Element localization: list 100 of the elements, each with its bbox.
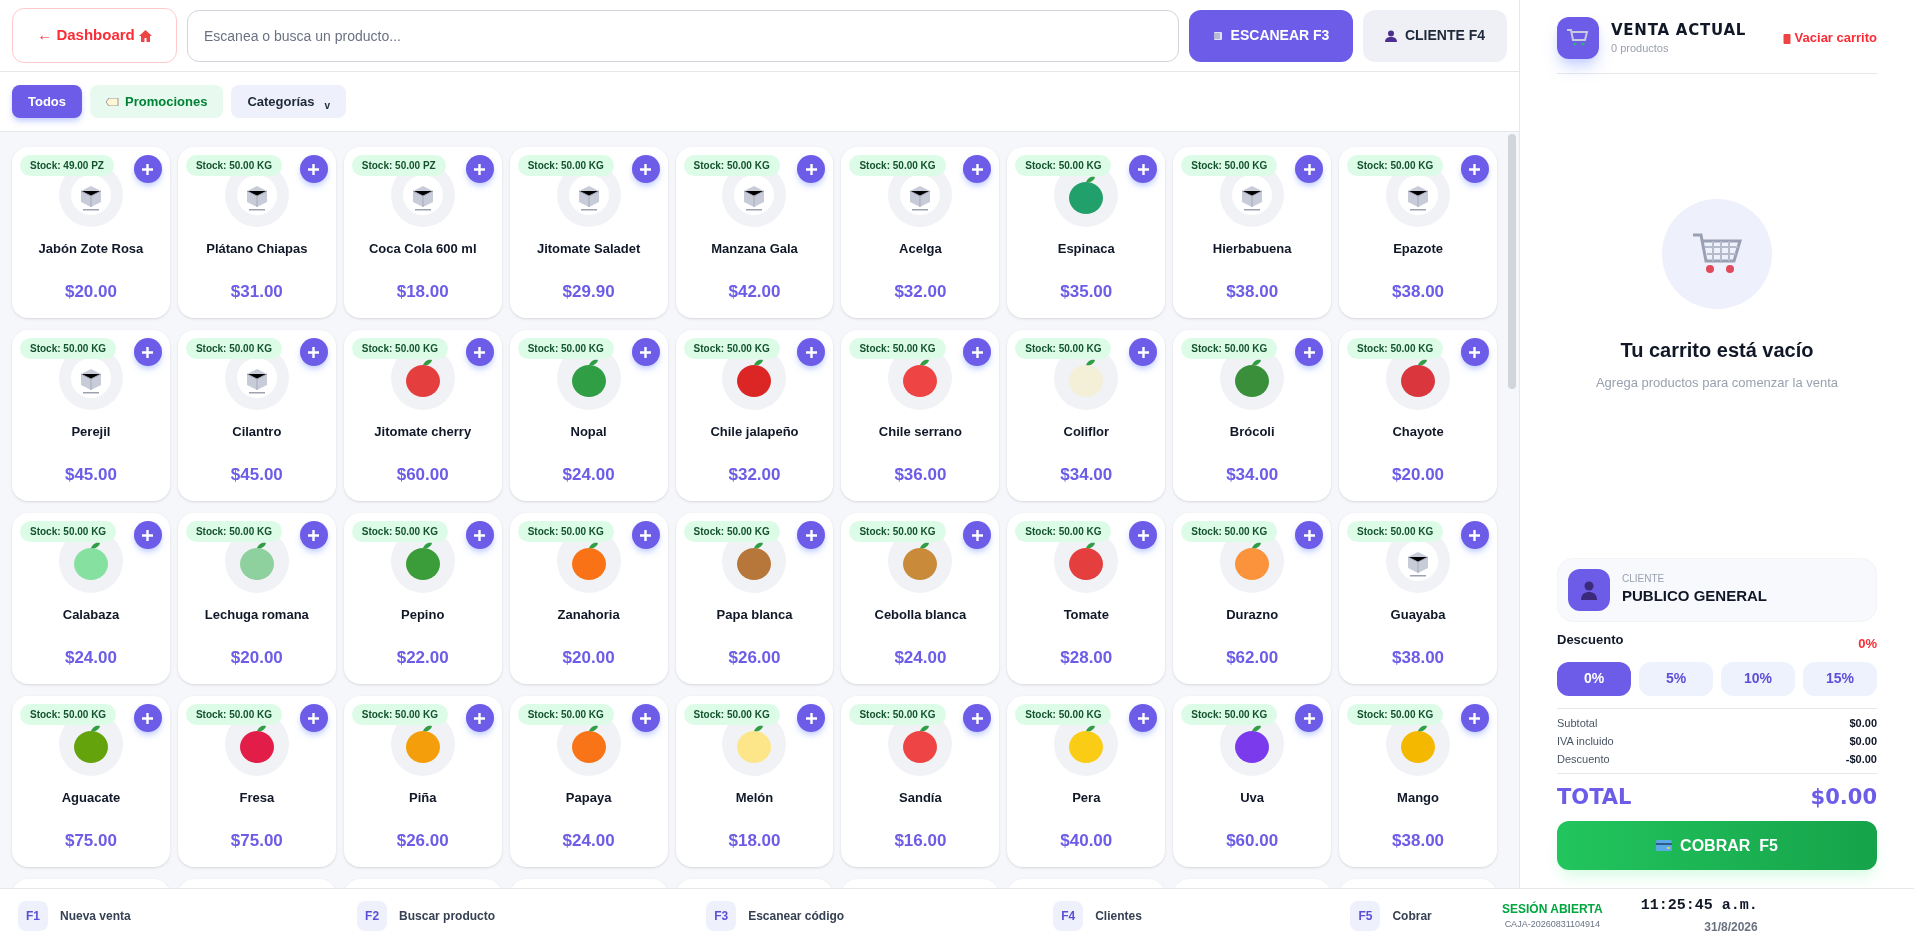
filter-tab[interactable]: Todos — [12, 85, 83, 118]
product-card[interactable]: Stock: 50.00 KG Zanahoria $20.00 — [509, 513, 668, 684]
filter-tab[interactable]: Categorías v — [231, 85, 347, 118]
discount-option[interactable]: 15% — [1803, 661, 1877, 696]
product-card[interactable]: Stock: 50.00 KG Calabaza $24.00 — [12, 513, 170, 684]
add-button[interactable] — [465, 155, 494, 183]
add-button[interactable] — [133, 704, 162, 732]
add-button[interactable] — [797, 338, 826, 366]
add-button[interactable] — [1461, 704, 1489, 732]
add-button[interactable] — [1461, 338, 1489, 366]
product-name: Melón — [735, 790, 774, 806]
product-card[interactable]: Stock: 50.00 KG Chile jalapeño $32.00 — [675, 330, 834, 501]
add-button[interactable] — [631, 704, 660, 732]
product-card[interactable]: Stock: 50.00 KG Papa blanca $26.00 — [675, 513, 834, 684]
add-button[interactable] — [1295, 521, 1324, 549]
product-card[interactable]: Stock: 50.00 KG Pepino $22.00 — [343, 513, 502, 684]
client-button[interactable]: CLIENTE F4 — [1363, 9, 1507, 62]
add-button[interactable] — [1129, 521, 1158, 549]
product-card[interactable]: Stock: 50.00 KG Cebolla blanca $24.00 — [841, 513, 1000, 684]
filter-tab[interactable]: Promociones — [90, 85, 224, 118]
add-button[interactable] — [299, 338, 328, 366]
add-button[interactable] — [299, 155, 328, 183]
add-button[interactable] — [465, 521, 494, 549]
add-button[interactable] — [465, 704, 494, 732]
product-card[interactable]: Stock: 50.00 KG Sandía $16.00 — [841, 696, 1000, 867]
product-card[interactable]: Stock: 50.00 KG Lechuga romana $20.00 — [177, 513, 336, 684]
client-card[interactable]: CLIENTE PUBLICO GENERAL — [1557, 558, 1877, 622]
product-card[interactable]: Stock: 50.00 KG Guayaba $38.00 — [1339, 513, 1497, 684]
add-button[interactable] — [299, 521, 328, 549]
product-card[interactable]: Stock: 50.00 KG Acelga $32.00 — [841, 147, 1000, 318]
stock-badge: Stock: 50.00 KG — [1347, 704, 1444, 725]
plus-icon — [308, 163, 320, 175]
add-button[interactable] — [631, 155, 660, 183]
product-card[interactable]: Stock: 50.00 KG Jitomate cherry $60.00 — [343, 330, 502, 501]
add-button[interactable] — [1461, 155, 1489, 183]
discount-option[interactable]: 10% — [1721, 661, 1795, 696]
product-card[interactable]: Stock: 50.00 KG Pera $40.00 — [1007, 696, 1166, 867]
search-field[interactable]: Escanea o busca un producto... — [187, 9, 1179, 62]
product-card[interactable]: Stock: 50.00 KG Cilantro $45.00 — [177, 330, 336, 501]
product-card[interactable]: Stock: 50.00 KG Tomate $28.00 — [1007, 513, 1166, 684]
add-button[interactable] — [1461, 521, 1489, 549]
product-price: $35.00 — [1060, 280, 1113, 303]
product-card[interactable]: Stock: 50.00 KG Jitomate Saladet $29.90 — [509, 147, 668, 318]
add-button[interactable] — [133, 521, 162, 549]
add-button[interactable] — [797, 704, 826, 732]
add-button[interactable] — [133, 338, 162, 366]
add-button[interactable] — [963, 521, 992, 549]
product-price: $75.00 — [64, 829, 117, 852]
product-card[interactable]: Stock: 50.00 KG Durazno $62.00 — [1173, 513, 1332, 684]
product-name: Jabón Zote Rosa — [38, 241, 144, 257]
discount-value: 0% — [1858, 635, 1877, 653]
product-card[interactable]: Stock: 50.00 KG Mango $38.00 — [1339, 696, 1497, 867]
product-card[interactable]: Stock: 50.00 PZ Coca Cola 600 ml $18.00 — [343, 147, 502, 318]
discount-option[interactable]: 0% — [1557, 661, 1631, 696]
scanner-icon — [1212, 29, 1223, 42]
product-card[interactable]: Stock: 50.00 KG Epazote $38.00 — [1339, 147, 1497, 318]
add-button[interactable] — [1295, 704, 1324, 732]
product-card[interactable]: Stock: 50.00 KG Coliflor $34.00 — [1007, 330, 1166, 501]
product-card[interactable]: Stock: 49.00 PZ Jabón Zote Rosa $20.00 — [12, 147, 170, 318]
date-text: 31/8/2026 — [1704, 918, 1758, 936]
product-card[interactable]: Stock: 50.00 KG Aguacate $75.00 — [12, 696, 170, 867]
product-card[interactable]: Stock: 50.00 KG Perejil $45.00 — [12, 330, 170, 501]
add-button[interactable] — [299, 704, 328, 732]
product-card[interactable]: Stock: 50.00 KG Hierbabuena $38.00 — [1173, 147, 1332, 318]
product-card[interactable]: Stock: 50.00 KG Chile serrano $36.00 — [841, 330, 1000, 501]
add-button[interactable] — [631, 338, 660, 366]
product-card[interactable]: Stock: 50.00 KG Plátano Chiapas $31.00 — [177, 147, 336, 318]
add-button[interactable] — [133, 155, 162, 183]
product-card[interactable]: Stock: 50.00 KG Melón $18.00 — [675, 696, 834, 867]
product-card[interactable]: Stock: 50.00 KG Fresa $75.00 — [177, 696, 336, 867]
plus-icon — [308, 346, 320, 358]
clear-cart-button[interactable]: Vaciar carrito — [1782, 28, 1877, 48]
add-button[interactable] — [797, 521, 826, 549]
product-name: Perejil — [71, 424, 111, 440]
add-button[interactable] — [797, 155, 826, 183]
plus-icon — [142, 346, 154, 358]
add-button[interactable] — [1129, 338, 1158, 366]
scrollbar[interactable] — [1508, 134, 1516, 389]
discount-option[interactable]: 5% — [1639, 661, 1713, 696]
product-card[interactable]: Stock: 50.00 KG Papaya $24.00 — [509, 696, 668, 867]
add-button[interactable] — [963, 338, 992, 366]
product-card[interactable]: Stock: 50.00 KG Nopal $24.00 — [509, 330, 668, 501]
add-button[interactable] — [963, 155, 992, 183]
product-card[interactable]: Stock: 50.00 KG Uva $60.00 — [1173, 696, 1332, 867]
add-button[interactable] — [631, 521, 660, 549]
add-button[interactable] — [1295, 155, 1324, 183]
product-card[interactable]: Stock: 50.00 KG Brócoli $34.00 — [1173, 330, 1332, 501]
product-card[interactable]: Stock: 50.00 KG Chayote $20.00 — [1339, 330, 1497, 501]
add-button[interactable] — [1129, 155, 1158, 183]
add-button[interactable] — [465, 338, 494, 366]
product-card[interactable]: Stock: 50.00 KG Piña $26.00 — [343, 696, 502, 867]
add-button[interactable] — [1295, 338, 1324, 366]
product-card[interactable]: Stock: 50.00 KG Manzana Gala $42.00 — [675, 147, 834, 318]
product-card[interactable]: Stock: 50.00 KG Espinaca $35.00 — [1007, 147, 1166, 318]
dashboard-button[interactable]: ← Dashboard — [12, 8, 177, 63]
add-button[interactable] — [963, 704, 992, 732]
scan-button[interactable]: ESCANEAR F3 — [1189, 9, 1353, 62]
plus-icon — [1303, 712, 1315, 724]
plus-icon — [1137, 346, 1149, 358]
add-button[interactable] — [1129, 704, 1158, 732]
